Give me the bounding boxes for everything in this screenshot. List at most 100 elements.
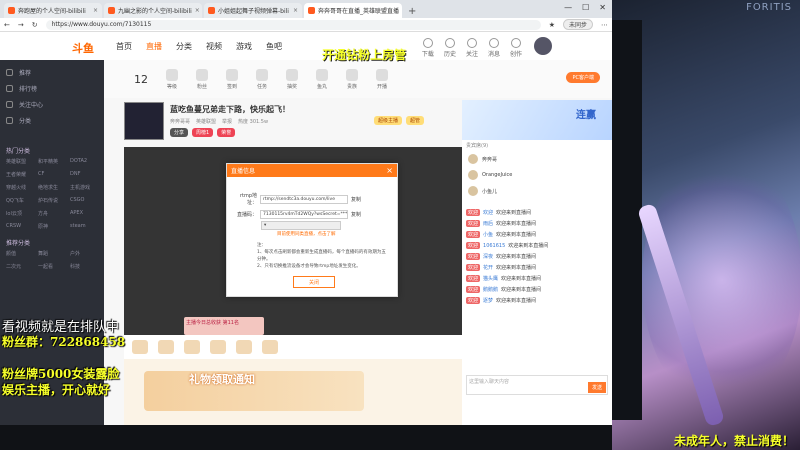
header-icon[interactable]: 关注 xyxy=(466,38,478,58)
category-link[interactable]: 主机游戏 xyxy=(70,184,98,195)
category-link[interactable]: 一起看 xyxy=(38,263,66,274)
header-icon[interactable]: 创作 xyxy=(510,38,522,58)
category-link[interactable]: 原神 xyxy=(38,223,66,234)
browser-tab[interactable]: 九幽之影的个人空间-bilibili × xyxy=(104,3,202,18)
honor-badge[interactable]: 荣誉 xyxy=(217,128,236,137)
toolbar-item[interactable]: 等级 xyxy=(166,68,178,90)
gift-icon[interactable] xyxy=(184,340,200,354)
toolbar-item[interactable]: 签到 xyxy=(226,68,238,90)
category-link[interactable]: 科技 xyxy=(70,263,98,274)
refresh-icon[interactable]: ↻ xyxy=(32,21,38,29)
category-link[interactable]: 二次元 xyxy=(6,263,34,274)
category-link[interactable]: 颜值 xyxy=(6,250,34,261)
room-thumbnail[interactable] xyxy=(124,102,164,140)
chat-user[interactable]: 花开 xyxy=(483,264,493,271)
chat-input[interactable]: 这里输入聊天内容 xyxy=(466,375,608,395)
toolbar-item[interactable]: 抽奖 xyxy=(286,68,298,90)
close-icon[interactable]: × xyxy=(386,166,393,175)
sidebar-item[interactable]: 排行榜 xyxy=(6,80,98,96)
category-link[interactable]: 炉石传说 xyxy=(38,197,66,208)
browser-tab[interactable]: 小姐姐起舞子视频弹幕-bili × xyxy=(204,3,302,18)
menu-icon[interactable]: ⋯ xyxy=(601,21,608,29)
category-link[interactable]: lol云顶 xyxy=(6,210,34,221)
chat-user[interactable]: 鹅鹅鹅 xyxy=(483,286,498,293)
site-logo[interactable]: 斗鱼 xyxy=(72,40,94,56)
week-rank-badge[interactable]: 周榜1 xyxy=(192,128,214,137)
sidebar-item[interactable]: 推荐 xyxy=(6,64,98,80)
gift-icon[interactable] xyxy=(210,340,226,354)
toolbar-item[interactable]: 鱼丸 xyxy=(316,68,328,90)
sidebar-item[interactable]: 关注中心 xyxy=(6,96,98,112)
category-link[interactable]: CRSW xyxy=(6,223,34,234)
rank-row[interactable]: OrangeJuice xyxy=(462,167,612,183)
browser-tab-active[interactable]: 奔奔哥哥在直播_英雄联盟直播× xyxy=(304,3,402,18)
nav-item[interactable]: 鱼吧 xyxy=(266,41,282,52)
nav-item[interactable]: 首页 xyxy=(116,41,132,52)
send-button[interactable]: 发送 xyxy=(587,382,606,393)
room-category[interactable]: 英雄联盟 xyxy=(196,118,216,125)
chat-user[interactable]: 小鱼 xyxy=(483,231,493,238)
close-button[interactable]: 关闭 xyxy=(293,276,335,288)
new-tab-button[interactable]: + xyxy=(404,6,420,18)
url-field[interactable]: https://www.douyu.com/7130115 xyxy=(45,19,541,30)
close-icon[interactable]: × xyxy=(93,7,98,14)
report-link[interactable]: 举报 xyxy=(222,118,232,125)
nav-item[interactable]: 游戏 xyxy=(236,41,252,52)
copy-code-button[interactable]: 复制 xyxy=(351,211,361,218)
category-link[interactable]: APEX xyxy=(70,210,98,221)
gift-icon[interactable] xyxy=(262,340,278,354)
category-link[interactable]: 和平精英 xyxy=(38,158,66,169)
toolbar-item[interactable]: 开播 xyxy=(376,68,388,90)
category-link[interactable]: DOTA2 xyxy=(70,158,98,169)
category-link[interactable]: QQ飞车 xyxy=(6,197,34,208)
rank-row[interactable]: 奔奔哥 xyxy=(462,151,612,167)
back-icon[interactable]: ← xyxy=(4,21,10,29)
category-link[interactable]: steam xyxy=(70,223,98,234)
category-link[interactable]: 绝地求生 xyxy=(38,184,66,195)
category-link[interactable]: 户外 xyxy=(70,250,98,261)
header-icon[interactable]: 历史 xyxy=(444,38,456,58)
category-link[interactable]: CF xyxy=(38,171,66,182)
category-link[interactable]: 舞蹈 xyxy=(38,250,66,261)
close-icon[interactable]: × xyxy=(195,7,200,14)
nav-item-active[interactable]: 直播 xyxy=(146,41,162,52)
browser-tab[interactable]: 奔跑屋的个人空间-bilibili × xyxy=(4,3,102,18)
minimize-icon[interactable]: — xyxy=(564,3,572,12)
nav-item[interactable]: 分类 xyxy=(176,41,192,52)
forward-icon[interactable]: → xyxy=(18,21,24,29)
category-link[interactable]: 英雄联盟 xyxy=(6,158,34,169)
toolbar-item[interactable]: 粉丝 xyxy=(196,68,208,90)
chat-user[interactable]: 雨后 xyxy=(483,220,493,227)
close-window-icon[interactable]: ✕ xyxy=(599,3,606,12)
rtmp-field[interactable]: rtmp://sendtc3a.douyu.com/live xyxy=(260,194,348,204)
nav-item[interactable]: 视频 xyxy=(206,41,222,52)
gift-icon[interactable] xyxy=(132,340,148,354)
pc-client-button[interactable]: PC客户端 xyxy=(566,72,600,83)
toolbar-item[interactable]: 任务 xyxy=(256,68,268,90)
gift-icon[interactable] xyxy=(158,340,174,354)
share-button[interactable]: 分享 xyxy=(170,128,189,137)
chat-user[interactable]: 1061615 xyxy=(483,243,505,249)
category-link[interactable]: 王者荣耀 xyxy=(6,171,34,182)
avatar[interactable] xyxy=(534,37,552,55)
toolbar-item[interactable]: 贵族 xyxy=(346,68,358,90)
chat-user[interactable]: 逐梦 xyxy=(483,297,493,304)
category-link[interactable]: CSGO xyxy=(70,197,98,208)
chat-user[interactable]: 欢迎 xyxy=(483,209,493,216)
sidebar-item[interactable]: 分类 xyxy=(6,112,98,128)
sync-button[interactable]: 未同步 xyxy=(562,19,593,30)
copy-rtmp-button[interactable]: 复制 xyxy=(351,196,361,203)
maximize-icon[interactable]: ☐ xyxy=(582,3,589,12)
modal-warning[interactable]: 目前使用同类直播，点击了解 xyxy=(277,231,336,237)
rank-row[interactable]: 小鱼儿 xyxy=(462,183,612,199)
header-icon[interactable]: 下载 xyxy=(422,38,434,58)
category-link[interactable]: 方舟 xyxy=(38,210,66,221)
header-icon[interactable]: 消息 xyxy=(488,38,500,58)
chat-user[interactable]: 深夜 xyxy=(483,253,493,260)
anchor-name[interactable]: 奔奔哥哥 xyxy=(170,118,190,125)
gift-icon[interactable] xyxy=(236,340,252,354)
code-field[interactable]: 7130115rv4mTd2WQy?wsSecret=******* xyxy=(260,210,348,219)
category-link[interactable]: DNF xyxy=(70,171,98,182)
code-select[interactable]: ▾ xyxy=(261,221,341,230)
category-link[interactable]: 穿越火线 xyxy=(6,184,34,195)
